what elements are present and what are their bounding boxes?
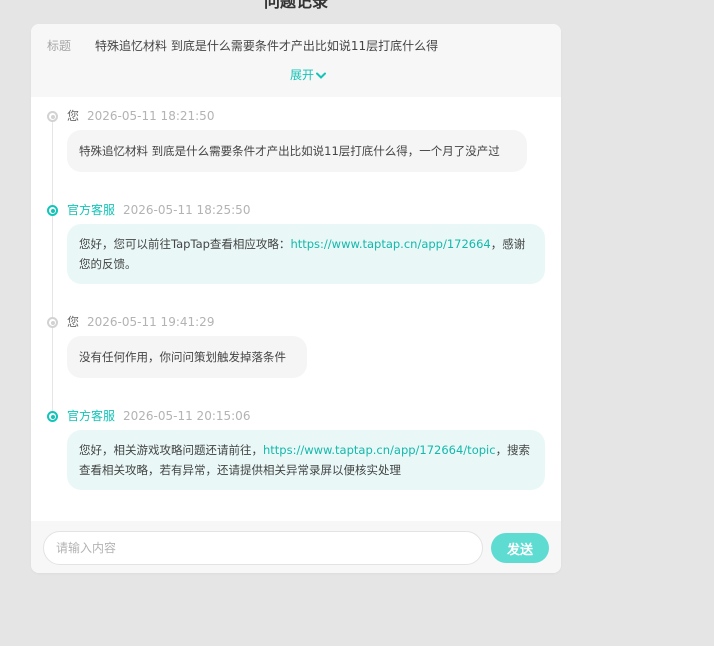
send-button[interactable]: 发送 — [491, 533, 549, 563]
message-time: 2026-05-11 20:15:06 — [123, 409, 251, 423]
expand-button[interactable]: 展开 — [31, 66, 561, 83]
message-item: 官方客服 2026-05-11 18:25:50 您好，您可以前往TapTap查… — [31, 203, 561, 285]
question-label: 标题 — [47, 39, 72, 53]
chevron-down-icon — [316, 72, 326, 79]
message-time: 2026-05-11 18:21:50 — [87, 109, 215, 123]
message-sender: 官方客服 — [67, 203, 116, 217]
message-item: 官方客服 2026-05-11 20:15:06 您好，相关游戏攻略问题还请前往… — [31, 409, 561, 491]
message-text: 您好，您可以前往TapTap查看相应攻略： — [79, 237, 291, 251]
message-sender: 官方客服 — [67, 409, 116, 423]
timeline-dot — [47, 111, 58, 122]
message-item: 您 2026-05-11 18:21:50 特殊追忆材料 到底是什么需要条件才产… — [31, 109, 561, 173]
message-text: 您好，相关游戏攻略问题还请前往， — [79, 443, 263, 457]
message-bubble: 没有任何作用，你问问策划触发掉落条件 — [67, 336, 307, 378]
message-link[interactable]: https://www.taptap.cn/app/172664 — [290, 237, 490, 251]
question-summary: 标题 特殊追忆材料 到底是什么需要条件才产出比如说11层打底什么得 展开 — [31, 24, 561, 97]
expand-label: 展开 — [289, 68, 314, 82]
message-sender: 您 — [67, 315, 80, 329]
message-time: 2026-05-11 18:25:50 — [123, 203, 251, 217]
message-bubble: 您好，您可以前往TapTap查看相应攻略：https://www.taptap.… — [67, 224, 545, 284]
message-text: 特殊追忆材料 到底是什么需要条件才产出比如说11层打底什么得，一个月了没产过 — [79, 144, 500, 158]
message-input[interactable] — [43, 531, 483, 565]
message-sender: 您 — [67, 109, 80, 123]
message-text: 没有任何作用，你问问策划触发掉落条件 — [79, 350, 286, 364]
message-time: 2026-05-11 19:41:29 — [87, 315, 215, 329]
message-bubble: 您好，相关游戏攻略问题还请前往，https://www.taptap.cn/ap… — [67, 430, 545, 490]
message-bubble: 特殊追忆材料 到底是什么需要条件才产出比如说11层打底什么得，一个月了没产过 — [67, 130, 527, 172]
timeline-dot — [47, 411, 58, 422]
message-item: 您 2026-05-11 19:41:29 没有任何作用，你问问策划触发掉落条件 — [31, 315, 561, 379]
question-text: 特殊追忆材料 到底是什么需要条件才产出比如说11层打底什么得 — [95, 39, 439, 53]
message-link[interactable]: https://www.taptap.cn/app/172664/topic — [263, 443, 496, 457]
timeline-dot — [47, 317, 58, 328]
timeline-dot — [47, 205, 58, 216]
ticket-card: 标题 特殊追忆材料 到底是什么需要条件才产出比如说11层打底什么得 展开 您 2… — [31, 24, 561, 573]
composer-bar: 发送 — [31, 521, 561, 573]
page-title: 问题记录 — [263, 0, 328, 11]
